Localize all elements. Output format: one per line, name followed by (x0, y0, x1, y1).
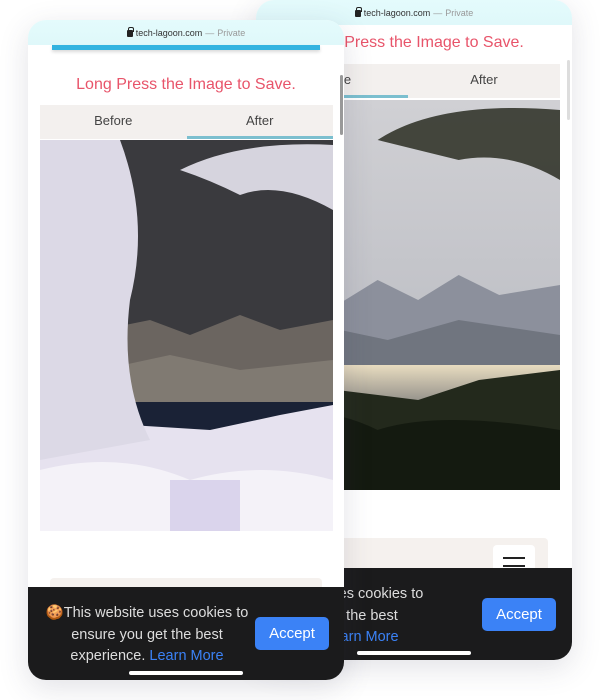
tab-before[interactable]: Before (40, 105, 187, 139)
tab-after[interactable]: After (186, 105, 333, 139)
private-label: Private (445, 7, 474, 18)
lock-icon (354, 7, 362, 17)
cookie-message: 🍪This website uses cookies to ensure you… (45, 605, 249, 664)
private-label: Private (217, 27, 246, 38)
accept-button[interactable]: Accept (255, 617, 329, 650)
domain: tech-lagoon.com (135, 27, 203, 38)
menu-icon (503, 557, 525, 567)
lock-icon (126, 27, 134, 37)
cookie-icon: 🍪 (45, 605, 64, 621)
tabs: Before After (40, 105, 333, 139)
separator: — (205, 27, 215, 38)
page-title: Long Press the Image to Save. (76, 76, 296, 93)
front-phone-screen: tech-lagoon.com — Private Long Press the… (28, 20, 344, 680)
learn-more-link[interactable]: Learn More (149, 648, 223, 664)
header-bar (52, 45, 320, 50)
cookie-banner: 🍪This website uses cookies to ensure you… (28, 587, 344, 680)
after-image[interactable] (40, 140, 333, 531)
home-indicator (357, 651, 471, 655)
scrollbar[interactable] (340, 75, 343, 135)
home-indicator (129, 671, 243, 675)
accept-button[interactable]: Accept (482, 598, 556, 631)
address-bar[interactable]: tech-lagoon.com — Private (28, 20, 344, 45)
scrollbar[interactable] (567, 60, 570, 120)
tab-after[interactable]: After (408, 64, 560, 98)
domain: tech-lagoon.com (363, 7, 431, 18)
separator: — (433, 7, 443, 18)
